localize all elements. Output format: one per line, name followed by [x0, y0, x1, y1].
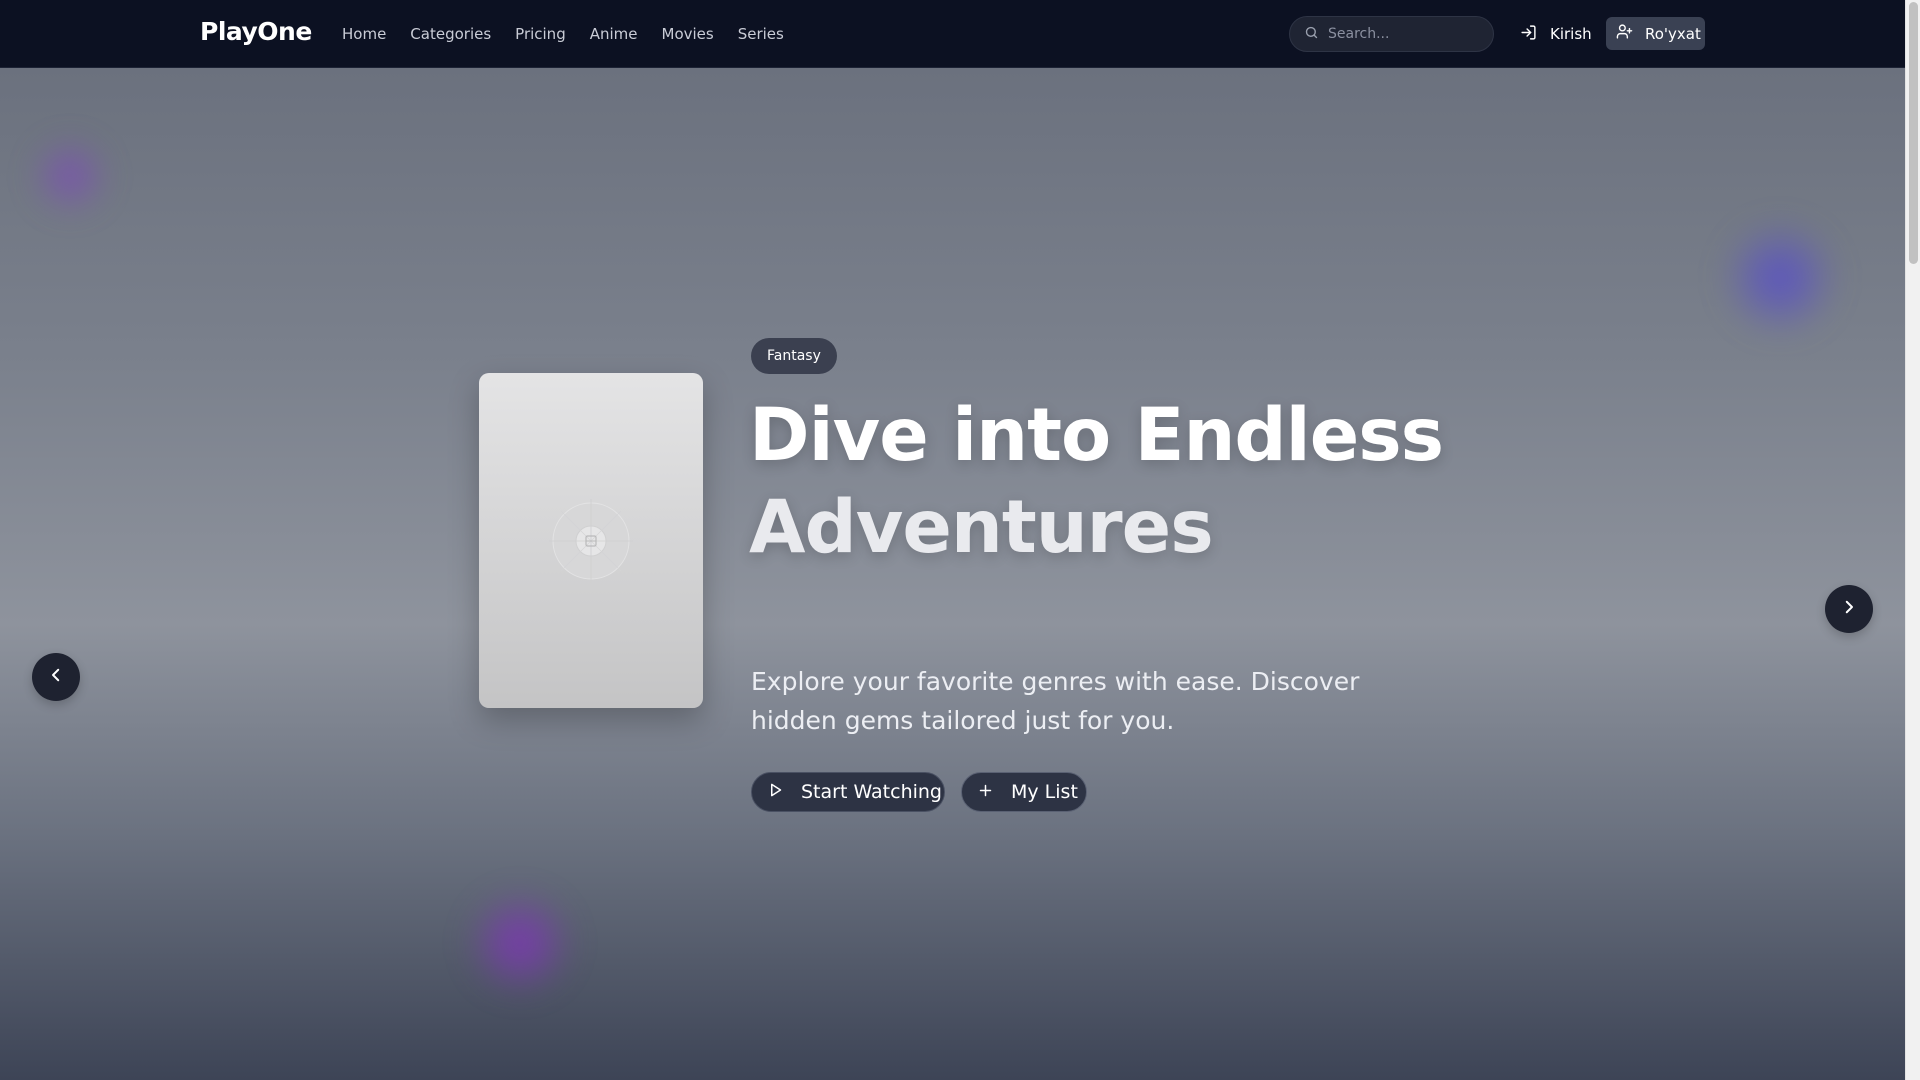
scrollbar-thumb[interactable]: [1909, 2, 1918, 264]
top-navbar: PlayOne Home Categories Pricing Anime Mo…: [0, 0, 1905, 68]
nav-link-series[interactable]: Series: [738, 25, 784, 43]
page-scrollbar[interactable]: [1905, 0, 1920, 1080]
search-icon: [1304, 25, 1319, 44]
register-button[interactable]: Ro'yxat: [1606, 17, 1705, 50]
carousel-prev-button[interactable]: [32, 653, 80, 701]
nav-link-anime[interactable]: Anime: [590, 25, 638, 43]
my-list-label: My List: [1011, 781, 1078, 803]
register-label: Ro'yxat: [1645, 24, 1701, 43]
image-placeholder-icon: [549, 499, 633, 583]
hero-description: Explore your favorite genres with ease. …: [751, 667, 1360, 735]
hero-carousel: [0, 68, 1905, 1080]
carousel-next-button[interactable]: [1825, 585, 1873, 633]
login-button[interactable]: Kirish: [1506, 17, 1592, 51]
chevron-right-icon: [1840, 598, 1858, 620]
start-watching-button[interactable]: Start Watching: [751, 772, 945, 812]
decorative-glow: [30, 136, 110, 216]
log-in-icon: [1520, 24, 1537, 45]
search-box[interactable]: [1289, 16, 1494, 52]
play-icon: [768, 781, 783, 803]
login-label: Kirish: [1550, 25, 1592, 43]
search-input[interactable]: [1328, 26, 1478, 42]
hero-title: Dive into Endless Adventures: [749, 390, 1509, 574]
nav-link-home[interactable]: Home: [342, 25, 386, 43]
featured-poster[interactable]: [479, 373, 703, 708]
main-nav: Home Categories Pricing Anime Movies Ser…: [342, 0, 784, 68]
user-plus-icon: [1616, 23, 1633, 44]
brand-logo[interactable]: PlayOne: [200, 17, 312, 46]
chevron-left-icon: [47, 666, 65, 688]
decorative-glow: [1720, 218, 1840, 338]
nav-link-pricing[interactable]: Pricing: [515, 25, 566, 43]
nav-link-categories[interactable]: Categories: [410, 25, 491, 43]
my-list-button[interactable]: My List: [961, 772, 1087, 812]
decorative-glow: [465, 888, 575, 998]
genre-badge[interactable]: Fantasy: [751, 338, 837, 374]
hero-title-line1: Dive into Endless: [749, 393, 1444, 478]
nav-link-movies[interactable]: Movies: [662, 25, 714, 43]
hero-title-line2: Adventures: [749, 485, 1214, 570]
plus-icon: [978, 781, 993, 803]
start-watching-label: Start Watching: [801, 781, 942, 803]
